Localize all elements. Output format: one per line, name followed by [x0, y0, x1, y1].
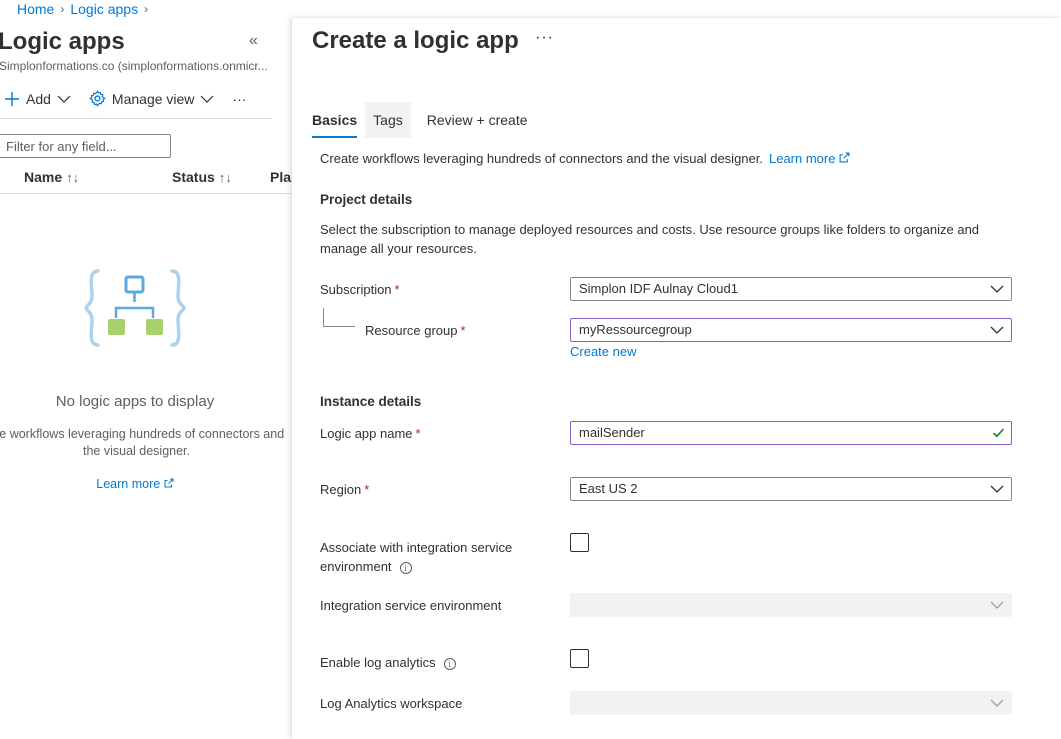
subscription-label: Subscription * [320, 282, 400, 297]
sort-icon: ↑↓ [218, 170, 232, 185]
plus-icon [5, 91, 19, 106]
logic-apps-blade: Home › Logic apps › Logic apps « Simplon… [0, 0, 292, 739]
instance-details-heading: Instance details [320, 394, 422, 409]
region-value: East US 2 [579, 481, 638, 496]
ise-dropdown [570, 593, 1012, 617]
add-button-label: Add [26, 90, 51, 107]
region-dropdown[interactable]: East US 2 [570, 477, 1012, 501]
empty-state-description: ate workflows leveraging hundreds of con… [0, 426, 289, 460]
breadcrumb: Home › Logic apps › [17, 1, 148, 17]
logic-app-empty-icon [84, 269, 186, 347]
chevron-down-icon [57, 95, 71, 103]
ise-association-label: Associate with integration service envir… [320, 538, 512, 576]
chevron-down-icon [990, 485, 1004, 493]
resource-group-label: Resource group * [365, 323, 466, 338]
external-link-icon [164, 478, 174, 488]
empty-state-learn-more[interactable]: Learn more [0, 477, 270, 491]
column-header-plan[interactable]: Plan [270, 169, 292, 185]
filter-input[interactable] [0, 134, 171, 158]
collapse-icon[interactable]: « [249, 32, 258, 50]
grid-header: Name↑↓ Status↑↓ Plan [0, 166, 292, 194]
tab-basics[interactable]: Basics [312, 102, 365, 138]
region-label-text: Region [320, 482, 362, 497]
more-icon[interactable]: ··· [535, 29, 554, 47]
logic-app-name-label-text: Logic app name [320, 426, 413, 441]
resource-group-dropdown[interactable]: myRessourcegroup [570, 318, 1012, 342]
workspace-label: Log Analytics workspace [320, 696, 463, 711]
add-button[interactable]: Add [4, 91, 71, 107]
logic-app-name-value: mailSender [579, 425, 645, 440]
checkmark-icon [992, 428, 1005, 438]
project-details-heading: Project details [320, 192, 413, 207]
command-bar: Add Manage view ··· [4, 90, 264, 107]
manage-view-label: Manage view [111, 90, 195, 107]
log-analytics-label-text: Enable log analytics [320, 655, 436, 670]
breadcrumb-home[interactable]: Home [17, 1, 54, 17]
tab-list: Basics Tags Review + create [312, 102, 536, 138]
resource-group-label-text: Resource group [365, 323, 458, 338]
breadcrumb-logic-apps[interactable]: Logic apps [70, 1, 138, 17]
external-link-icon [839, 152, 850, 163]
column-header-status[interactable]: Status ↑↓ [172, 169, 232, 185]
project-details-description: Select the subscription to manage deploy… [320, 222, 980, 256]
ise-association-checkbox[interactable] [570, 533, 589, 552]
empty-state-title: No logic apps to display [55, 393, 215, 410]
intro-description: Create workflows leveraging hundreds of … [320, 151, 763, 166]
panel-title: Create a logic app [312, 27, 519, 54]
workspace-dropdown [570, 691, 1012, 715]
info-icon[interactable]: i [399, 562, 412, 574]
chevron-down-icon [990, 699, 1004, 707]
divider [0, 118, 272, 119]
subscription-dropdown[interactable]: Simplon IDF Aulnay Cloud1 [570, 277, 1012, 301]
column-name-label: Name [24, 169, 63, 185]
create-new-link[interactable]: Create new [570, 344, 636, 359]
manage-view-button[interactable]: Manage view [89, 90, 215, 107]
required-mark: * [364, 482, 370, 497]
tree-connector [323, 308, 355, 327]
learn-more-link[interactable]: Learn more [96, 477, 160, 491]
chevron-down-icon [990, 326, 1004, 334]
empty-desc-line-1: ate workflows leveraging hundreds of con… [0, 427, 285, 441]
subscription-value: Simplon IDF Aulnay Cloud1 [579, 281, 738, 296]
required-mark: * [394, 282, 400, 297]
log-analytics-checkbox[interactable] [570, 649, 589, 668]
gear-icon [89, 90, 106, 107]
required-mark: * [460, 323, 466, 338]
logic-app-name-input[interactable]: mailSender [570, 421, 1012, 445]
logic-app-name-label: Logic app name * [320, 426, 421, 441]
log-analytics-label: Enable log analytics i [320, 655, 456, 670]
ise-association-label-line-2: environment i [320, 557, 512, 576]
empty-desc-line-2: the visual designer. [82, 444, 190, 458]
resource-group-value: myRessourcegroup [579, 322, 692, 337]
required-mark: * [415, 426, 421, 441]
chevron-down-icon [990, 601, 1004, 609]
tab-review-create[interactable]: Review + create [419, 102, 536, 138]
create-logic-app-panel: Create a logic app ··· Basics Tags Revie… [292, 18, 1061, 739]
column-status-label: Status [172, 169, 215, 185]
chevron-down-icon [200, 95, 214, 103]
chevron-right-icon: › [144, 2, 149, 16]
more-actions-button[interactable]: ··· [232, 91, 246, 107]
column-header-name[interactable]: Name ↑↓ [24, 169, 79, 185]
sort-icon: ↑↓ [66, 170, 80, 185]
ise-association-label-line-1: Associate with integration service [320, 540, 513, 555]
directory-subtitle: Simplonformations.co (simplonformations.… [0, 59, 268, 73]
ise-label: Integration service environment [320, 598, 502, 613]
subscription-label-text: Subscription [320, 282, 392, 297]
info-icon[interactable]: i [443, 658, 456, 670]
page-title: Logic apps [0, 28, 125, 55]
chevron-down-icon [990, 285, 1004, 293]
learn-more-link[interactable]: Learn more [769, 151, 835, 166]
ise-association-label-line-2-text: environment [320, 559, 392, 574]
chevron-right-icon: › [60, 2, 65, 16]
tab-tags[interactable]: Tags [365, 102, 411, 138]
region-label: Region * [320, 482, 369, 497]
intro-text: Create workflows leveraging hundreds of … [320, 151, 850, 166]
